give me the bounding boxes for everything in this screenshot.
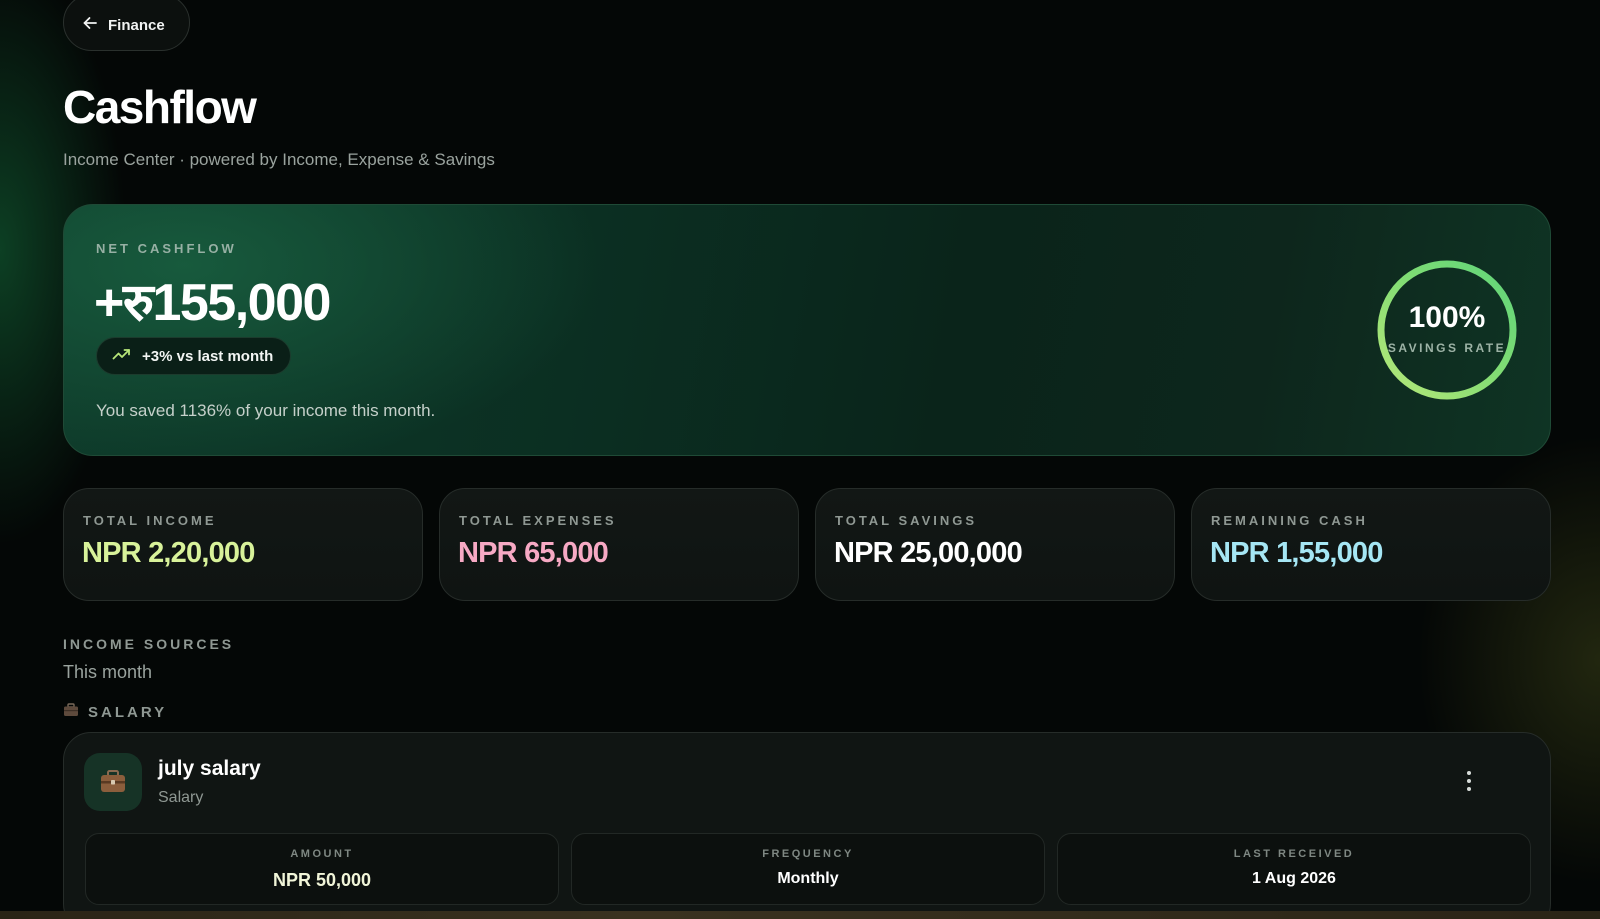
income-source-name: july salary [158,757,261,780]
metric-label: AMOUNT [290,848,354,860]
net-cashflow-label: NET CASHFLOW [96,241,237,256]
stat-value: NPR 25,00,000 [834,537,1023,569]
stat-value: NPR 65,000 [458,537,609,569]
net-cashflow-card: NET CASHFLOW +रु155,000 +3% vs last mont… [63,204,1551,456]
page-title: Cashflow [63,81,257,133]
metric-last-received: LAST RECEIVED 1 Aug 2026 [1057,833,1531,905]
income-source-type: Salary [158,789,204,806]
arrow-left-icon [82,15,98,36]
metric-value: NPR 50,000 [272,870,372,890]
income-sources-heading: INCOME SOURCES [63,636,235,652]
savings-rate-value: 100% [1408,301,1486,334]
stat-total-income: TOTAL INCOME NPR 2,20,000 [63,488,423,601]
more-vertical-icon[interactable] [1454,763,1484,799]
category-salary: SALARY [63,703,167,722]
income-source-card[interactable]: july salary Salary AMOUNT NPR 50,000 FRE… [63,732,1551,919]
trend-badge: +3% vs last month [96,337,292,375]
metric-value: 1 Aug 2026 [1252,870,1336,887]
stat-value: NPR 2,20,000 [82,537,255,569]
income-sources-period: This month [63,662,153,682]
cashflow-page: Finance Cashflow Income Center · powered… [0,0,1600,919]
briefcase-icon [84,753,142,811]
savings-rate-ring: 100% SAVINGS RATE [1374,257,1520,403]
net-cashflow-value: +रु155,000 [94,274,331,332]
savings-note: You saved 1136% of your income this mont… [96,401,436,420]
stat-label: TOTAL EXPENSES [459,513,617,528]
bottom-edge [0,911,1600,919]
briefcase-icon [63,703,79,722]
metric-label: FREQUENCY [762,848,854,860]
category-label: SALARY [88,704,168,721]
trend-text: +3% vs last month [142,347,274,365]
savings-rate-label: SAVINGS RATE [1387,341,1507,355]
stat-remaining-cash: REMAINING CASH NPR 1,55,000 [1191,488,1551,601]
metric-label: LAST RECEIVED [1233,848,1355,860]
stat-label: TOTAL SAVINGS [835,513,978,528]
metric-amount: AMOUNT NPR 50,000 [85,833,559,905]
metric-frequency: FREQUENCY Monthly [571,833,1045,905]
back-button-label: Finance [108,17,165,34]
stat-total-expenses: TOTAL EXPENSES NPR 65,000 [439,488,799,601]
metric-value: Monthly [777,870,839,887]
page-subtitle: Income Center · powered by Income, Expen… [63,150,495,169]
back-button[interactable]: Finance [63,0,190,51]
stat-value: NPR 1,55,000 [1210,537,1383,569]
trend-up-icon [112,347,132,366]
stat-total-savings: TOTAL SAVINGS NPR 25,00,000 [815,488,1175,601]
stat-label: REMAINING CASH [1211,513,1368,528]
stat-label: TOTAL INCOME [83,513,217,528]
